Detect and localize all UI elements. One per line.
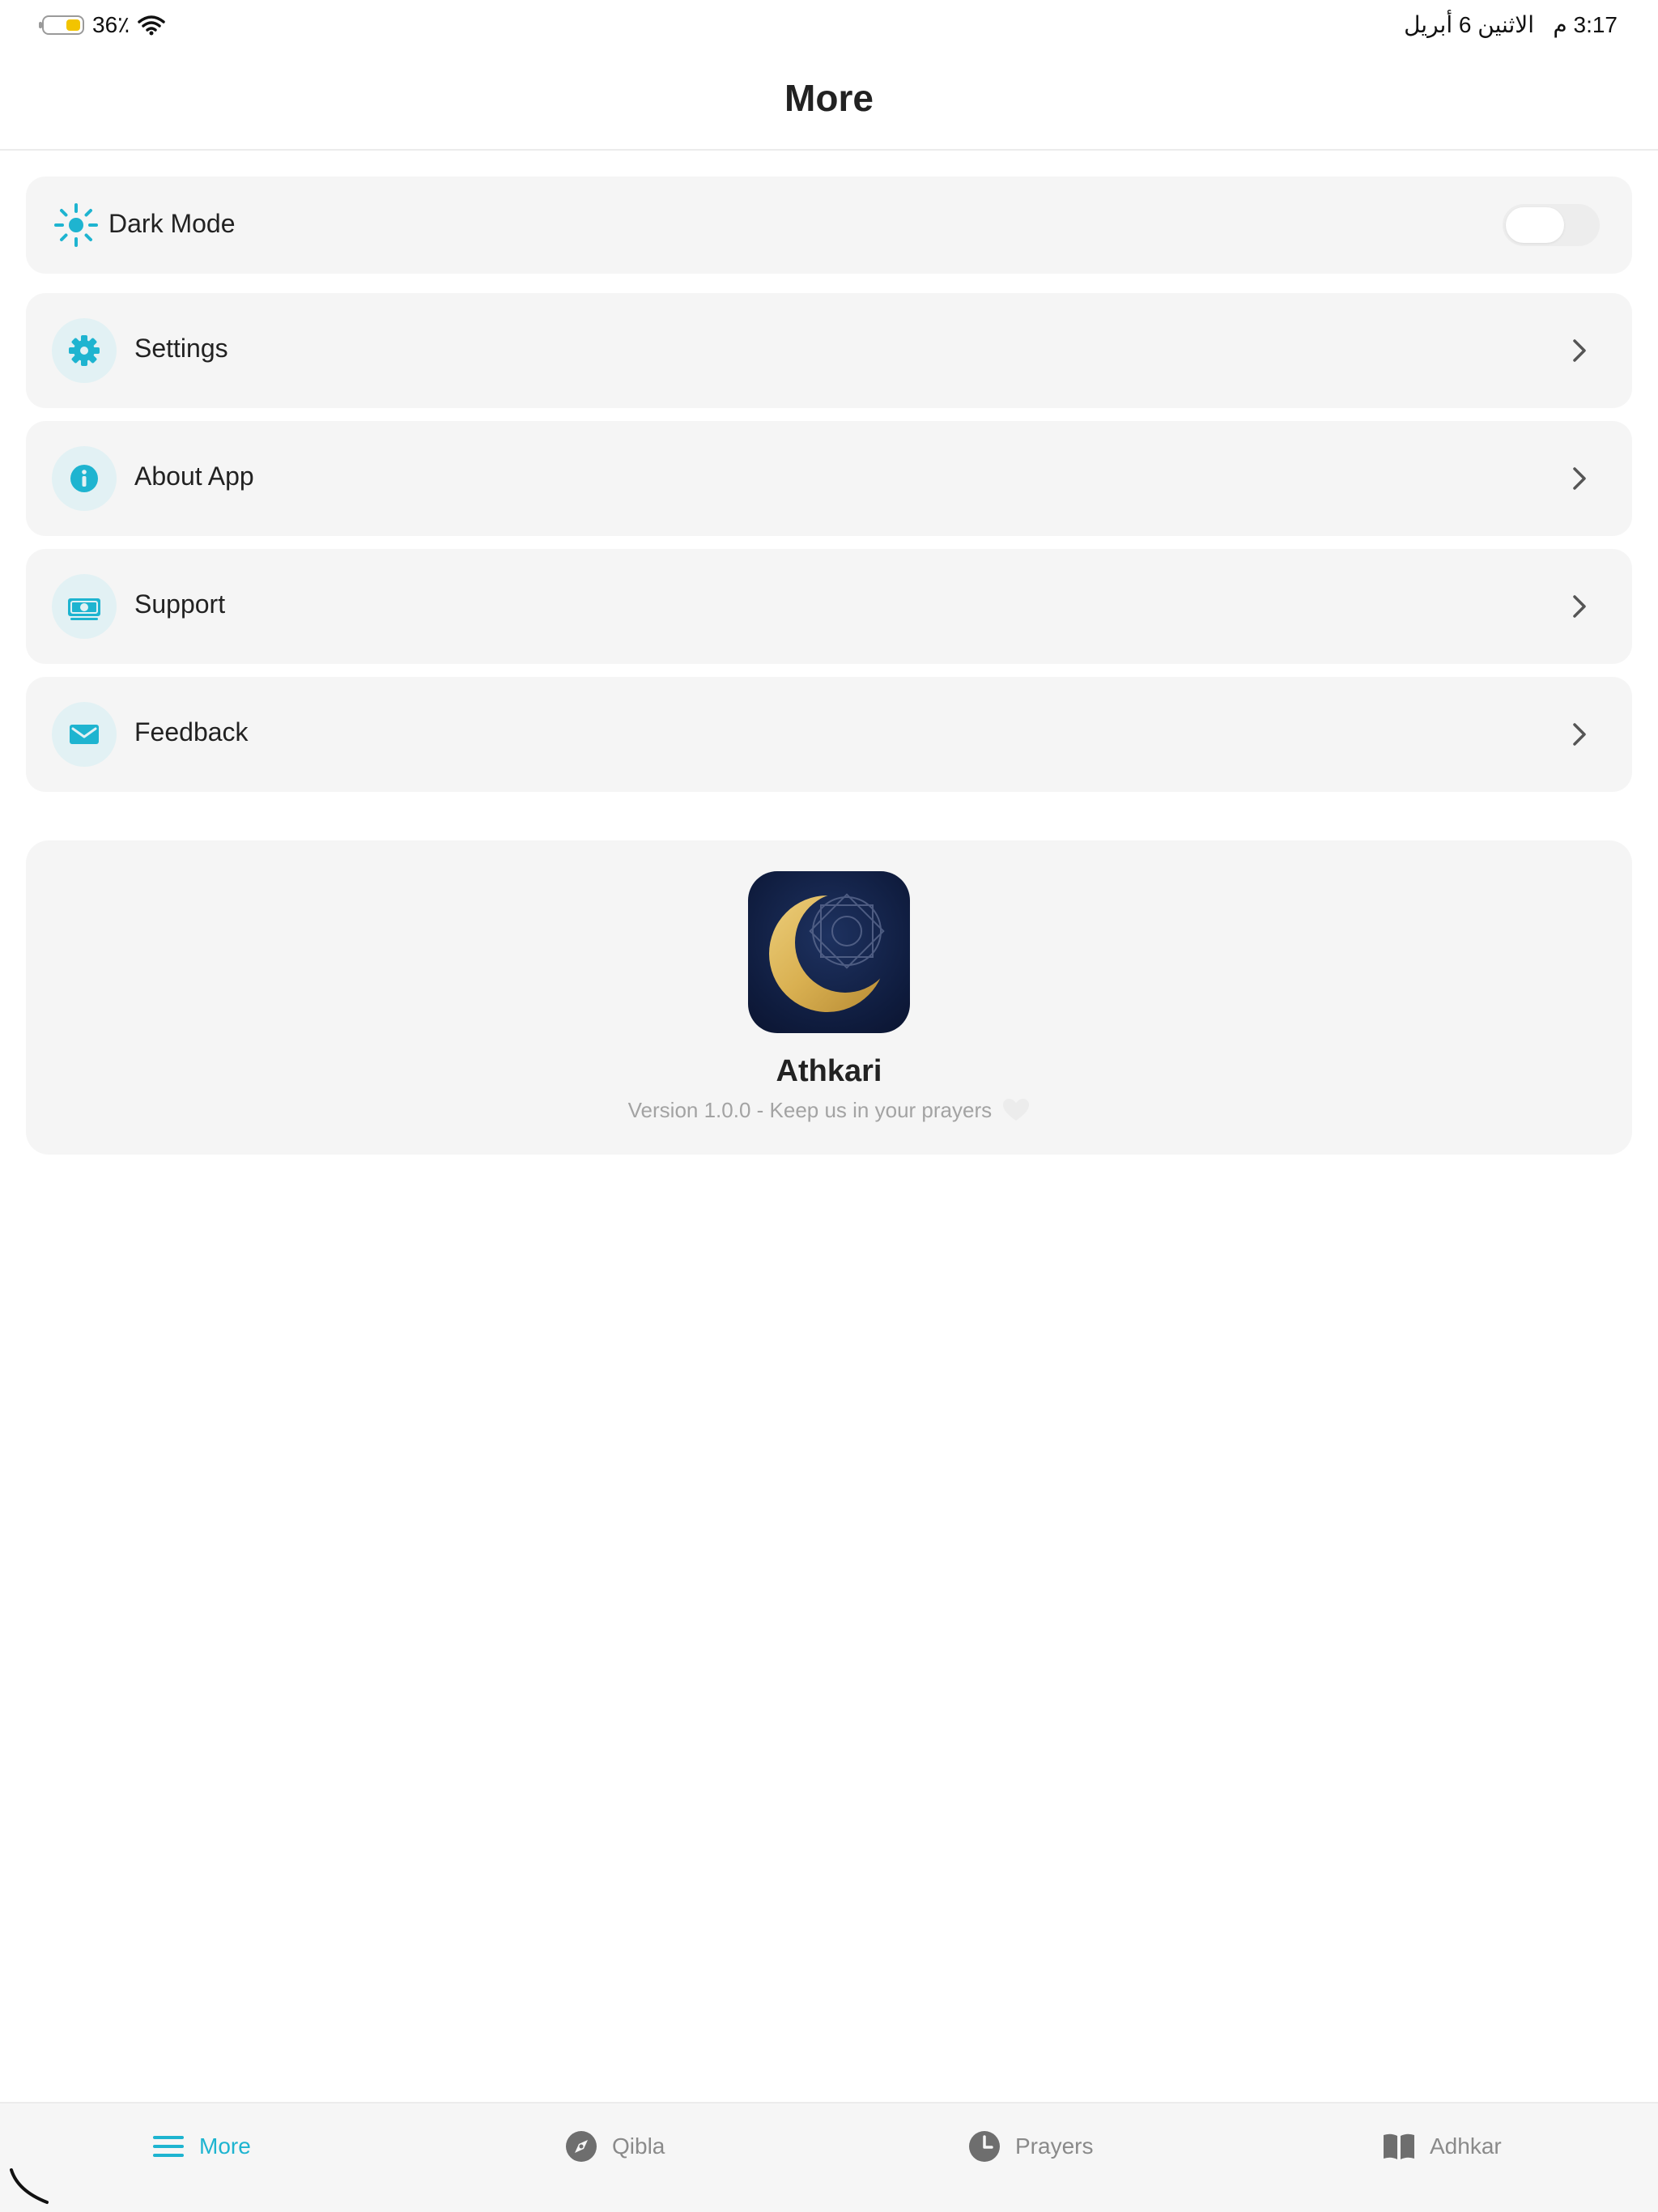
status-bar: 36٪ 3:17 م الاثنين 6 أبريل	[0, 0, 1658, 52]
dark-mode-label: Dark Mode	[108, 209, 236, 238]
battery-fill	[66, 19, 80, 31]
battery-percent: 36٪	[92, 12, 130, 37]
page-title: More	[784, 77, 874, 119]
money-icon	[52, 574, 117, 639]
info-icon	[52, 446, 117, 511]
menu-icon	[153, 2136, 184, 2157]
status-time: 3:17	[1573, 12, 1618, 37]
tab-qibla[interactable]: Qibla	[563, 2126, 665, 2167]
status-left: 36٪	[39, 11, 165, 38]
stylus-mark	[10, 2168, 49, 2204]
compass-icon	[566, 2131, 597, 2162]
chevron-right-icon	[1573, 339, 1586, 362]
settings-label: Settings	[134, 334, 228, 363]
support-label: Support	[134, 589, 226, 619]
chevron-right-icon	[1573, 723, 1586, 746]
chevron-right-icon	[1573, 467, 1586, 490]
feedback-label: Feedback	[134, 717, 249, 747]
tab-adhkar[interactable]: Adhkar	[1381, 2126, 1502, 2167]
sun-icon	[54, 203, 98, 247]
more-screen: 36٪ 3:17 م الاثنين 6 أبريل More Dark Mod…	[0, 0, 1658, 2212]
battery-tip	[39, 21, 42, 28]
app-logo-icon	[748, 871, 910, 1033]
battery-icon	[39, 15, 84, 35]
status-date: الاثنين 6 أبريل	[1404, 12, 1535, 37]
tab-bar: More Qibla Prayers Adhkar	[0, 2102, 1658, 2212]
status-ampm: م	[1553, 12, 1567, 37]
wifi-icon	[138, 15, 165, 35]
app-name: Athkari	[776, 1054, 882, 1088]
tab-qibla-label: Qibla	[612, 2133, 665, 2159]
book-icon	[1384, 2133, 1414, 2159]
mail-icon	[52, 702, 117, 767]
header: More	[0, 52, 1658, 151]
dark-mode-toggle[interactable]	[1503, 204, 1600, 246]
tab-more-label: More	[199, 2133, 251, 2159]
app-version-text: Version 1.0.0 - Keep us in your prayers	[26, 1098, 1632, 1123]
app-info-card: Athkari Version 1.0.0 - Keep us in your …	[26, 840, 1632, 1155]
dark-mode-row[interactable]: Dark Mode	[26, 177, 1632, 274]
toggle-knob	[1506, 207, 1564, 243]
clock-icon	[969, 2131, 1000, 2162]
menu-item-feedback[interactable]: Feedback	[26, 677, 1632, 792]
status-right: 3:17 م الاثنين 6 أبريل	[1404, 11, 1618, 38]
heart-icon	[1003, 1099, 1030, 1121]
menu-item-about-app[interactable]: About App	[26, 421, 1632, 536]
version-label: Version 1.0.0 - Keep us in your prayers	[627, 1098, 993, 1122]
menu-item-settings[interactable]: Settings	[26, 293, 1632, 408]
tab-more[interactable]: More	[151, 2126, 251, 2167]
tab-prayers[interactable]: Prayers	[967, 2126, 1093, 2167]
tab-adhkar-label: Adhkar	[1430, 2133, 1502, 2159]
gear-icon	[52, 318, 117, 383]
tab-prayers-label: Prayers	[1015, 2133, 1094, 2159]
chevron-right-icon	[1573, 595, 1586, 618]
about-app-label: About App	[134, 462, 254, 491]
menu-item-support[interactable]: Support	[26, 549, 1632, 664]
